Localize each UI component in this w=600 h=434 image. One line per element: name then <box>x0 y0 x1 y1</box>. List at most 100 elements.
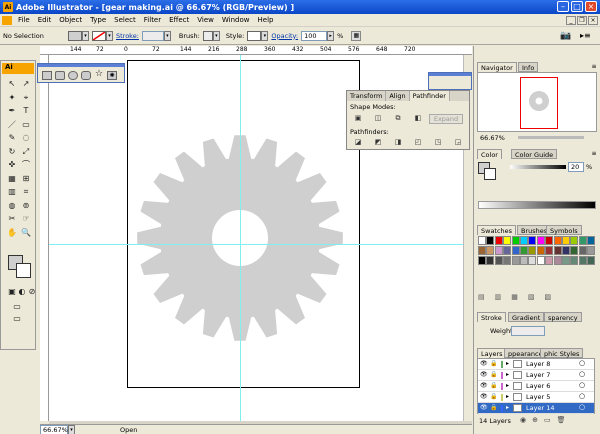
scale-tool-icon[interactable]: ⤢ <box>20 146 32 157</box>
zoom-dropdown[interactable]: ▾ <box>68 425 75 434</box>
flare-tool-icon[interactable]: ✺ <box>107 71 117 80</box>
swatch[interactable] <box>511 236 520 245</box>
tab-graphic-styles[interactable]: phic Styles <box>540 348 584 358</box>
stroke-color-box[interactable] <box>16 263 31 278</box>
swatch[interactable] <box>520 246 528 255</box>
opacity-field[interactable]: 100 <box>301 30 328 41</box>
expand-arrow-icon[interactable]: ▸ <box>506 404 509 411</box>
expand-button[interactable]: Expand <box>429 114 463 124</box>
swatch[interactable] <box>553 236 562 245</box>
tab-color-guide[interactable]: Color Guide <box>511 149 558 159</box>
mesh-tool-icon[interactable]: ▥ <box>6 186 18 197</box>
symbol-sprayer-tool-icon[interactable]: ▦ <box>6 173 18 184</box>
rectangle-tool-icon[interactable] <box>42 71 52 80</box>
crop-icon[interactable]: ◰ <box>413 138 423 147</box>
menu-select[interactable]: Select <box>110 16 140 24</box>
maximize-button[interactable]: □ <box>571 1 583 12</box>
swatch[interactable] <box>511 256 520 265</box>
zoom-tool-icon[interactable]: 🔍 <box>20 227 32 238</box>
stroke-weight-dropdown[interactable]: ▾ <box>163 30 171 41</box>
horizontal-ruler[interactable]: 144 72 0 72 144 216 288 360 432 504 576 648 720 <box>40 46 472 55</box>
visibility-icon[interactable]: 👁 <box>480 393 488 400</box>
trim-icon[interactable]: ◩ <box>373 138 383 147</box>
vertical-ruler[interactable] <box>40 55 49 421</box>
screen-mode-icon[interactable]: ▭ <box>11 301 23 312</box>
swatch[interactable] <box>545 256 554 265</box>
target-icon[interactable]: ○ <box>579 370 585 378</box>
menu-edit[interactable]: Edit <box>34 16 56 24</box>
rectangle-tool-icon[interactable]: ▭ <box>20 119 32 130</box>
swatch[interactable] <box>545 246 554 255</box>
exclude-icon[interactable]: ◧ <box>413 114 423 123</box>
swatch[interactable] <box>587 246 596 255</box>
color-stroke-box[interactable] <box>484 168 496 180</box>
lock-icon[interactable]: 🔒 <box>490 360 497 367</box>
zoom-field[interactable]: 66.67% <box>40 425 68 434</box>
document-setup-icon[interactable]: ▦ <box>351 30 362 41</box>
brush-dropdown[interactable]: ▾ <box>212 30 220 41</box>
graph-tool-icon[interactable]: ⊞ <box>20 173 32 184</box>
menu-effect[interactable]: Effect <box>165 16 193 24</box>
tab-transform[interactable]: Transform <box>347 91 387 101</box>
layer-row[interactable]: 👁 🔒 ▸ Layer 5 ○ <box>478 392 594 403</box>
type-tool-icon[interactable]: T <box>20 105 32 116</box>
swatch[interactable] <box>478 246 486 255</box>
swatch[interactable] <box>570 246 579 255</box>
blend-tool-icon[interactable]: ⊚ <box>20 200 32 211</box>
swatch[interactable] <box>486 236 495 245</box>
polygon-tool-icon[interactable] <box>81 71 91 80</box>
swatch[interactable] <box>486 246 495 255</box>
tab-transparency[interactable]: sparency <box>544 312 582 322</box>
intersect-icon[interactable]: ⧉ <box>393 114 403 123</box>
divide-icon[interactable]: ◪ <box>353 138 363 147</box>
navigator-preview[interactable] <box>477 72 597 132</box>
scissors-tool-icon[interactable]: ✂ <box>6 213 18 224</box>
panel-menu-icon[interactable]: ▸≡ <box>580 31 594 41</box>
eyedropper-tool-icon[interactable]: ◍ <box>6 200 18 211</box>
swatch[interactable] <box>570 256 579 265</box>
lock-icon[interactable]: 🔒 <box>490 371 497 378</box>
merge-icon[interactable]: ◨ <box>393 138 403 147</box>
lasso-tool-icon[interactable]: ⌖ <box>20 92 32 103</box>
swatch[interactable] <box>478 236 486 245</box>
target-icon[interactable]: ○ <box>579 403 585 411</box>
visibility-icon[interactable]: 👁 <box>480 404 488 411</box>
lock-icon[interactable]: 🔒 <box>490 404 497 411</box>
color-spectrum-bar[interactable] <box>478 201 596 209</box>
color-menu-icon[interactable]: ≡ <box>590 150 598 158</box>
swatch[interactable] <box>528 236 537 245</box>
swatch[interactable] <box>536 236 545 245</box>
swatch[interactable] <box>578 256 587 265</box>
doc-restore-button[interactable]: ❐ <box>577 16 587 25</box>
swatch[interactable] <box>578 236 587 245</box>
menu-object[interactable]: Object <box>55 16 86 24</box>
swatch[interactable] <box>562 236 570 245</box>
swatch[interactable] <box>528 246 537 255</box>
pencil-tool-icon[interactable]: ◌ <box>20 132 32 143</box>
opacity-label[interactable]: Opacity: <box>271 32 298 40</box>
doc-minimize-button[interactable]: _ <box>566 16 576 25</box>
minus-back-icon[interactable]: ◲ <box>453 138 463 147</box>
menu-file[interactable]: File <box>14 16 34 24</box>
fill-swatch[interactable] <box>68 30 82 41</box>
style-swatch[interactable] <box>247 30 262 41</box>
style-dropdown[interactable]: ▾ <box>261 30 269 41</box>
gray-slider[interactable] <box>510 165 566 169</box>
tab-swatches[interactable]: Swatches <box>477 225 517 235</box>
menu-filter[interactable]: Filter <box>140 16 165 24</box>
ellipse-tool-icon[interactable] <box>68 71 78 80</box>
visibility-icon[interactable]: 👁 <box>480 371 488 378</box>
direct-selection-tool-icon[interactable]: ↗ <box>20 78 32 89</box>
navigator-menu-icon[interactable]: ≡ <box>590 63 598 71</box>
swatch[interactable] <box>494 256 503 265</box>
outline-icon[interactable]: ◳ <box>433 138 443 147</box>
swatch[interactable] <box>503 236 512 245</box>
unite-icon[interactable]: ▣ <box>353 114 363 123</box>
swatch-grid[interactable] <box>478 236 596 276</box>
tab-color[interactable]: Color <box>477 149 502 159</box>
slice-tool-icon[interactable]: ☞ <box>20 213 32 224</box>
swatch[interactable] <box>520 256 528 265</box>
close-button[interactable]: × <box>585 1 597 12</box>
swatch[interactable] <box>494 246 503 255</box>
color-value-field[interactable]: 20 <box>568 162 584 172</box>
